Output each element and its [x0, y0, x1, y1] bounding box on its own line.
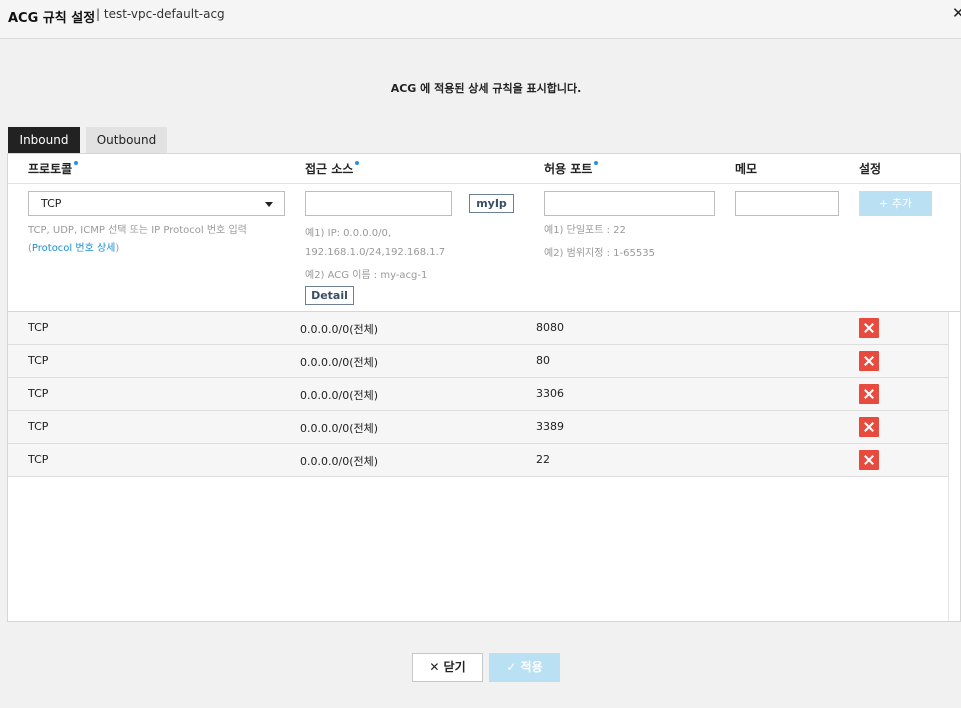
required-dot-icon [74, 161, 79, 165]
modal-header: ACG 규칙 설정 | test-vpc-default-acg ✕ [0, 0, 961, 39]
rule-port: 8080 [536, 321, 564, 334]
apply-button[interactable]: ✓ 적용 [489, 653, 560, 682]
column-header-port-label: 허용 포트 [544, 162, 593, 176]
rules-list: TCP 0.0.0.0/0(전체) 8080 TCP 0.0.0.0/0(전체)… [8, 312, 949, 477]
delete-icon[interactable] [859, 417, 879, 437]
table-row: TCP 0.0.0.0/0(전체) 3389 [8, 411, 949, 444]
source-hint-3: 예2) ACG 이름 : my-acg-1 [305, 270, 428, 281]
protocol-hint-link-line: (Protocol 번호 상세) [28, 243, 119, 255]
rule-source: 0.0.0.0/0(전체) [300, 389, 379, 402]
protocol-detail-link[interactable]: Protocol 번호 상세 [32, 243, 115, 254]
protocol-select-value: TCP [41, 197, 62, 210]
tab-outbound[interactable]: Outbound [86, 127, 167, 153]
rule-source: 0.0.0.0/0(전체) [300, 356, 379, 369]
protocol-hint: TCP, UDP, ICMP 선택 또는 IP Protocol 번호 입력 [28, 225, 247, 236]
source-input[interactable] [305, 191, 452, 216]
description-text: ACG 에 적용된 상세 규칙을 표시합니다. [390, 82, 582, 95]
port-input[interactable] [544, 191, 715, 216]
column-header-protocol-label: 프로토콜 [28, 162, 73, 176]
rule-protocol: TCP [28, 453, 49, 466]
paren-close: ) [115, 243, 120, 254]
table-row: TCP 0.0.0.0/0(전체) 22 [8, 444, 949, 477]
column-header-protocol: 프로토콜 [28, 160, 79, 177]
delete-icon[interactable] [859, 351, 879, 371]
rule-port: 3389 [536, 420, 564, 433]
memo-input[interactable] [735, 191, 839, 216]
myip-button[interactable]: myIp [469, 194, 514, 213]
port-hint-2: 예2) 범위지정 : 1-65535 [544, 248, 655, 259]
source-hint-2: 192.168.1.0/24,192.168.1.7 [305, 247, 446, 258]
table-row: TCP 0.0.0.0/0(전체) 3306 [8, 378, 949, 411]
delete-icon[interactable] [859, 384, 879, 404]
caret-down-icon [265, 202, 273, 207]
rule-port: 3306 [536, 387, 564, 400]
delete-icon[interactable] [859, 450, 879, 470]
column-header-source: 접근 소스 [305, 160, 360, 177]
header-divider [8, 183, 961, 184]
required-dot-icon [355, 161, 360, 165]
protocol-select[interactable]: TCP [28, 191, 285, 216]
rule-source: 0.0.0.0/0(전체) [300, 455, 379, 468]
add-rule-button[interactable]: + 추가 [859, 191, 932, 216]
tab-inbound[interactable]: Inbound [8, 127, 80, 153]
column-header-port: 허용 포트 [544, 160, 599, 177]
rule-port: 80 [536, 354, 550, 367]
close-button[interactable]: ✕ 닫기 [412, 653, 483, 682]
close-icon[interactable]: ✕ [952, 4, 961, 22]
delete-icon[interactable] [859, 318, 879, 338]
rule-protocol: TCP [28, 321, 49, 334]
column-header-settings: 설정 [859, 162, 882, 176]
rule-protocol: TCP [28, 420, 49, 433]
column-header-source-label: 접근 소스 [305, 162, 354, 176]
port-hint-1: 예1) 단일포트 : 22 [544, 225, 626, 236]
column-header-memo: 메모 [735, 162, 758, 176]
table-row: TCP 0.0.0.0/0(전체) 8080 [8, 312, 949, 345]
required-dot-icon [594, 161, 599, 165]
source-hint-1: 예1) IP: 0.0.0.0/0, [305, 228, 392, 239]
rule-protocol: TCP [28, 354, 49, 367]
table-row: TCP 0.0.0.0/0(전체) 80 [8, 345, 949, 378]
rule-protocol: TCP [28, 387, 49, 400]
rule-source: 0.0.0.0/0(전체) [300, 422, 379, 435]
modal-subtitle: | test-vpc-default-acg [96, 7, 225, 21]
modal-title: ACG 규칙 설정 [8, 11, 96, 26]
detail-button[interactable]: Detail [305, 286, 354, 305]
rule-source: 0.0.0.0/0(전체) [300, 323, 379, 336]
rule-port: 22 [536, 453, 550, 466]
scrollbar-track [948, 312, 949, 621]
